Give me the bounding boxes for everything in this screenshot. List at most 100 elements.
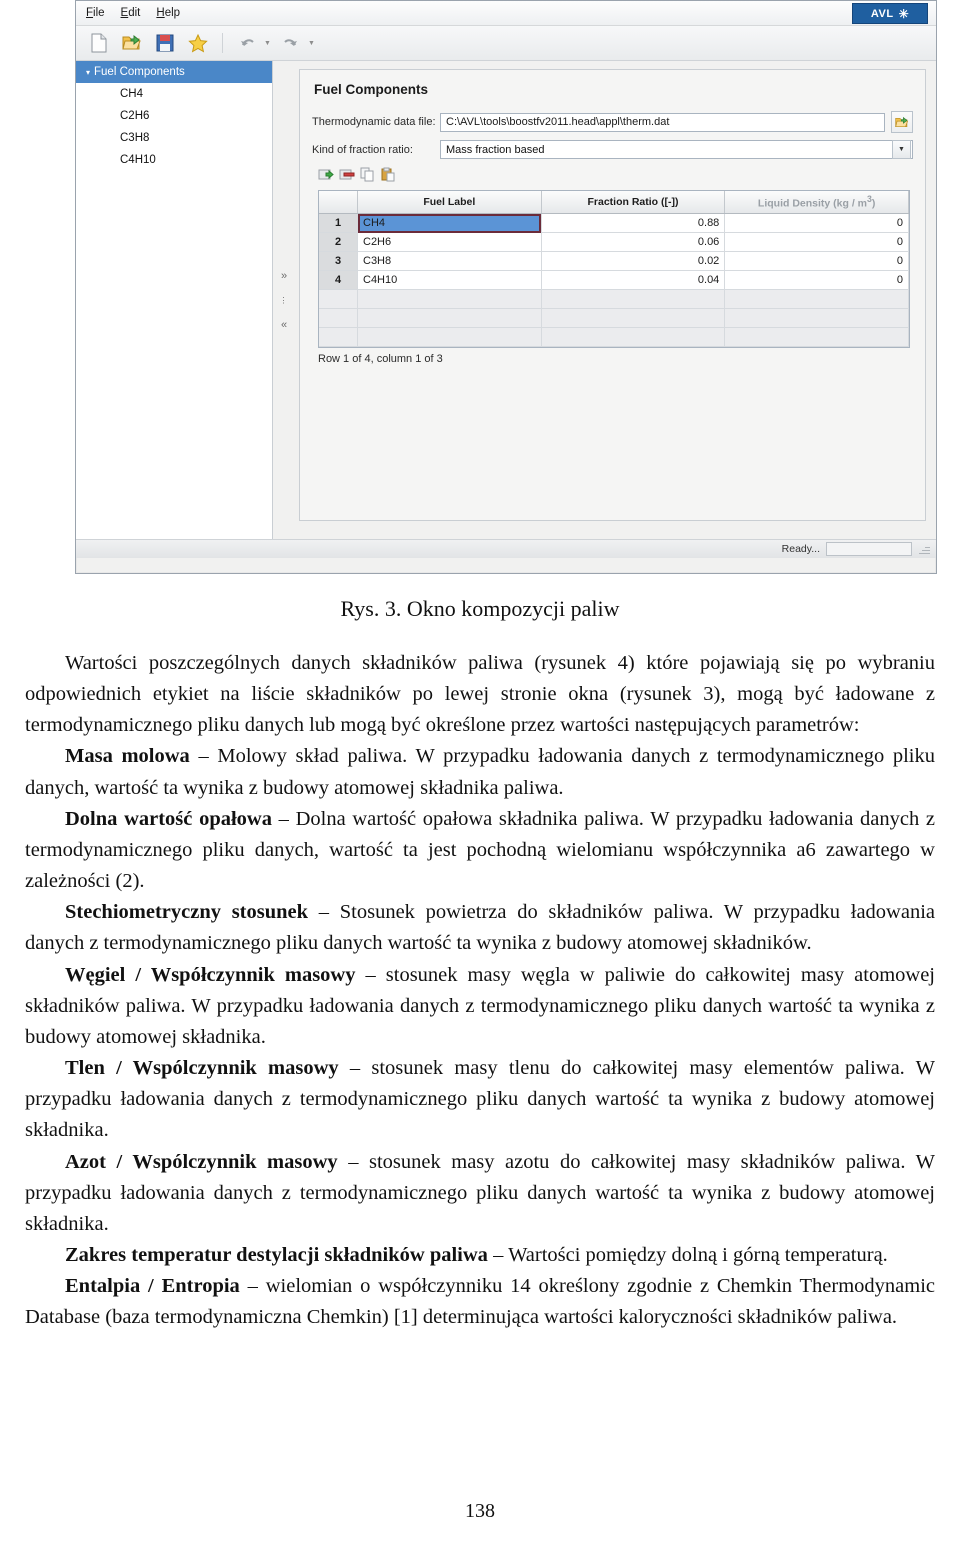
fraction-ratio-row: Kind of fraction ratio: Mass fraction ba… bbox=[312, 140, 913, 159]
row-index: 2 bbox=[319, 232, 358, 252]
paste-icon[interactable] bbox=[380, 167, 395, 187]
expand-pane-icon[interactable]: » bbox=[281, 270, 287, 282]
fuel-components-grid[interactable]: Fuel Label Fraction Ratio ([-]) Liquid D… bbox=[318, 190, 910, 348]
paragraph-stechiometryczny-stosunek: Stechiometryczny stosunek – Stosunek pow… bbox=[25, 897, 935, 959]
paragraph-dolna-wartosc-opalowa: Dolna wartość opałowa – Dolna wartość op… bbox=[25, 804, 935, 897]
favorite-star-icon[interactable] bbox=[185, 30, 211, 56]
open-folder-icon[interactable] bbox=[119, 30, 145, 56]
tree-item-label: C3H8 bbox=[120, 132, 150, 144]
term-label: Entalpia / Entropia bbox=[65, 1275, 240, 1298]
thermodynamic-file-input[interactable]: C:\AVL\tools\boostfv2011.head\appl\therm… bbox=[440, 112, 885, 132]
grid-toolbar bbox=[318, 167, 913, 187]
redo-dropdown-icon[interactable]: ▼ bbox=[308, 40, 315, 47]
fraction-ratio-value: Mass fraction based bbox=[446, 143, 545, 156]
term-label: Tlen / Wspólczynnik masowy bbox=[65, 1057, 339, 1080]
collapse-pane-icon[interactable]: « bbox=[281, 319, 287, 331]
paragraph-wegiel-wspolczynnik-masowy: Węgiel / Współczynnik masowy – stosunek … bbox=[25, 960, 935, 1053]
avl-brand-text: AVL bbox=[870, 7, 894, 20]
expand-triangle-icon[interactable]: ▾ bbox=[82, 68, 94, 77]
term-label: Dolna wartość opałowa bbox=[65, 807, 272, 830]
menu-item-file[interactable]: File bbox=[86, 7, 105, 19]
save-icon[interactable] bbox=[152, 30, 178, 56]
avl-brand-logo: AVL ✳ bbox=[852, 3, 928, 24]
tree-node-label: Fuel Components bbox=[94, 66, 185, 78]
figure-screenshot: File Edit Help AVL ✳ ▼ ▼ ▾ Fuel Componen… bbox=[75, 0, 937, 578]
window-body: ▾ Fuel Components CH4 C2H6 C3H8 C4H10 » … bbox=[76, 61, 936, 539]
cell-liquid-density[interactable]: 0 bbox=[724, 213, 909, 233]
fraction-ratio-select[interactable]: Mass fraction based ▼ bbox=[440, 140, 913, 159]
undo-dropdown-icon[interactable]: ▼ bbox=[264, 40, 271, 47]
redo-icon[interactable] bbox=[278, 30, 304, 56]
add-row-icon[interactable] bbox=[318, 167, 334, 187]
tree-item-label: C4H10 bbox=[120, 154, 156, 166]
tree-item-c3h8[interactable]: C3H8 bbox=[76, 127, 272, 149]
tree-item-label: CH4 bbox=[120, 88, 144, 100]
snowflake-icon: ✳ bbox=[898, 6, 910, 21]
cell-fuel-label[interactable]: C3H8 bbox=[357, 251, 542, 271]
menu-item-edit[interactable]: Edit bbox=[121, 7, 141, 19]
paragraph-entalpia-entropia: Entalpia / Entropia – wielomian o współc… bbox=[25, 1271, 935, 1333]
cell-fuel-label[interactable]: CH4 bbox=[357, 213, 542, 233]
fuel-components-panel: Fuel Components Thermodynamic data file:… bbox=[299, 69, 926, 521]
header-density-suffix: ) bbox=[871, 197, 876, 210]
term-label: Stechiometryczny stosunek bbox=[65, 901, 309, 924]
table-header-row: Fuel Label Fraction Ratio ([-]) Liquid D… bbox=[319, 191, 909, 214]
paragraph-zakres-temperatur: Zakres temperatur destylacji składników … bbox=[25, 1240, 935, 1271]
navigation-tree: ▾ Fuel Components CH4 C2H6 C3H8 C4H10 bbox=[76, 61, 273, 539]
main-toolbar: ▼ ▼ bbox=[76, 26, 936, 61]
cell-liquid-density[interactable]: 0 bbox=[724, 270, 909, 290]
cell-fraction-ratio[interactable]: 0.88 bbox=[541, 213, 726, 233]
paragraph-text: – Wartości pomiędzy dolną i górną temper… bbox=[487, 1243, 888, 1266]
cell-fraction-ratio[interactable]: 0.04 bbox=[541, 270, 726, 290]
table-row-empty[interactable] bbox=[319, 327, 909, 347]
tree-node-fuel-components[interactable]: ▾ Fuel Components bbox=[76, 61, 272, 83]
pane-splitter[interactable]: » ⋮ « bbox=[273, 61, 295, 539]
figure-caption: Rys. 3. Okno kompozycji paliw bbox=[340, 596, 620, 621]
page-number: 138 bbox=[465, 1500, 495, 1522]
thermodynamic-file-row: Thermodynamic data file: C:\AVL\tools\bo… bbox=[312, 111, 913, 133]
header-fuel-label[interactable]: Fuel Label bbox=[357, 191, 542, 214]
fuel-components-table: Fuel Label Fraction Ratio ([-]) Liquid D… bbox=[319, 191, 909, 347]
term-label: Zakres temperatur destylacji składników … bbox=[65, 1243, 488, 1266]
chevron-down-icon[interactable]: ▼ bbox=[892, 140, 911, 159]
cell-fraction-ratio[interactable]: 0.06 bbox=[541, 232, 726, 252]
paragraph-azot-wspolczynnik-masowy: Azot / Wspólczynnik masowy – stosunek ma… bbox=[25, 1147, 935, 1240]
table-row-empty[interactable] bbox=[319, 289, 909, 309]
copy-icon[interactable] bbox=[360, 167, 375, 187]
cell-liquid-density[interactable]: 0 bbox=[724, 251, 909, 271]
row-index: 4 bbox=[319, 270, 358, 290]
tree-item-ch4[interactable]: CH4 bbox=[76, 83, 272, 105]
cell-fuel-label[interactable]: C4H10 bbox=[357, 270, 542, 290]
cell-fuel-label[interactable]: C2H6 bbox=[357, 232, 542, 252]
tree-item-c4h10[interactable]: C4H10 bbox=[76, 149, 272, 171]
tree-item-c2h6[interactable]: C2H6 bbox=[76, 105, 272, 127]
table-row[interactable]: 3 C3H8 0.02 0 bbox=[319, 251, 909, 271]
resize-grip-icon[interactable] bbox=[918, 543, 930, 555]
splitter-grip-icon[interactable]: ⋮ bbox=[280, 296, 289, 305]
table-row-empty[interactable] bbox=[319, 308, 909, 328]
browse-file-button[interactable] bbox=[891, 111, 913, 133]
cell-fraction-ratio[interactable]: 0.02 bbox=[541, 251, 726, 271]
term-label: Azot / Wspólczynnik masowy bbox=[65, 1150, 338, 1173]
panel-title: Fuel Components bbox=[314, 82, 428, 97]
undo-icon[interactable] bbox=[234, 30, 260, 56]
table-body: 1 CH4 0.88 0 2 C2H6 0.06 0 3 C3H8 0.02 0… bbox=[319, 213, 909, 347]
row-index: 1 bbox=[319, 213, 358, 233]
progress-indicator bbox=[826, 542, 912, 556]
paragraph-text: Wartości poszczególnych danych składnikó… bbox=[25, 652, 935, 737]
status-text: Ready... bbox=[781, 543, 820, 555]
term-label: Węgiel / Współczynnik masowy bbox=[65, 963, 356, 986]
table-row[interactable]: 1 CH4 0.88 0 bbox=[319, 213, 909, 233]
status-bar: Ready... bbox=[76, 539, 936, 558]
application-window: File Edit Help AVL ✳ ▼ ▼ ▾ Fuel Componen… bbox=[75, 0, 937, 574]
table-row[interactable]: 2 C2H6 0.06 0 bbox=[319, 232, 909, 252]
cell-liquid-density[interactable]: 0 bbox=[724, 232, 909, 252]
paragraph-tlen-wspolczynnik-masowy: Tlen / Wspólczynnik masowy – stosunek ma… bbox=[25, 1053, 935, 1146]
table-row[interactable]: 4 C4H10 0.04 0 bbox=[319, 270, 909, 290]
delete-row-icon[interactable] bbox=[339, 167, 355, 187]
menu-item-help[interactable]: Help bbox=[156, 7, 180, 19]
header-liquid-density[interactable]: Liquid Density (kg / m3) bbox=[724, 191, 909, 214]
new-document-icon[interactable] bbox=[86, 30, 112, 56]
toolbar-divider bbox=[222, 33, 223, 53]
header-fraction-ratio[interactable]: Fraction Ratio ([-]) bbox=[541, 191, 726, 214]
